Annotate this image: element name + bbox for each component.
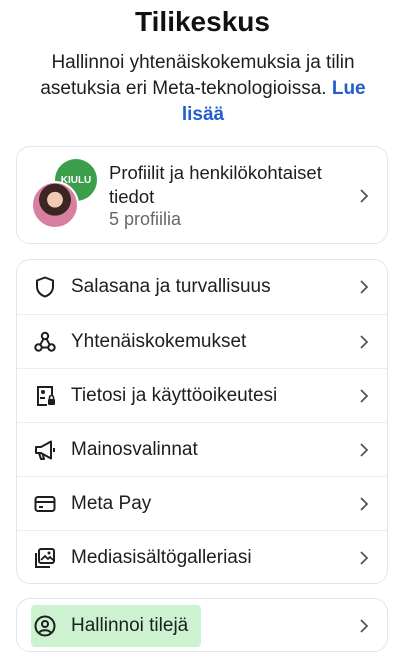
chevron-right-icon xyxy=(360,280,369,294)
page-title: Tilikeskus xyxy=(135,6,270,37)
description-text: Hallinnoi yhtenäiskokemuksia ja tilin as… xyxy=(40,52,355,99)
profiles-card[interactable]: KIULU Profiilit ja henkilökohtaiset tied… xyxy=(16,146,388,244)
settings-item-ad-preferences[interactable]: Mainosvalinnat xyxy=(17,422,387,477)
chevron-right-icon xyxy=(360,389,369,403)
settings-item-label: Salasana ja turvallisuus xyxy=(71,276,271,297)
chevron-right-icon xyxy=(360,443,369,457)
settings-item-label: Tietosi ja käyttöoikeutesi xyxy=(71,385,278,406)
page-description: Hallinnoi yhtenäiskokemuksia ja tilin as… xyxy=(18,50,388,128)
settings-item-label: Mediasisältögalleriasi xyxy=(71,547,252,568)
settings-item-media-gallery[interactable]: Mediasisältögalleriasi xyxy=(17,530,387,585)
media-gallery-icon xyxy=(35,548,55,568)
id-lock-icon xyxy=(37,386,55,406)
profiles-title: Profiilit ja henkilökohtaiset tiedot xyxy=(109,162,322,207)
credit-card-icon xyxy=(34,496,56,512)
settings-item-label: Yhtenäiskokemukset xyxy=(71,331,247,352)
manage-accounts-card: Hallinnoi tilejä xyxy=(16,598,388,652)
chevron-right-icon xyxy=(360,189,369,203)
settings-item-label: Meta Pay xyxy=(71,493,152,514)
settings-item-your-information[interactable]: Tietosi ja käyttöoikeutesi xyxy=(17,368,387,423)
settings-item-meta-pay[interactable]: Meta Pay xyxy=(17,476,387,531)
profiles-count: 5 profiilia xyxy=(109,209,182,229)
settings-item-password-security[interactable]: Salasana ja turvallisuus xyxy=(17,260,387,314)
settings-list: Salasana ja turvallisuus Yhtenäiskokemuk… xyxy=(16,259,388,584)
account-circle-icon xyxy=(34,615,56,637)
settings-item-label: Mainosvalinnat xyxy=(71,439,198,460)
connected-experiences-icon xyxy=(34,331,56,352)
chevron-right-icon xyxy=(360,497,369,511)
shield-icon xyxy=(36,276,54,298)
settings-item-connected-experiences[interactable]: Yhtenäiskokemukset xyxy=(17,314,387,369)
chevron-right-icon xyxy=(360,551,369,565)
chevron-right-icon xyxy=(360,619,369,633)
manage-accounts-item[interactable]: Hallinnoi tilejä xyxy=(17,599,387,653)
chevron-right-icon xyxy=(360,335,369,349)
manage-accounts-label: Hallinnoi tilejä xyxy=(71,615,189,636)
megaphone-icon xyxy=(35,440,55,460)
profile-avatar xyxy=(31,181,79,229)
